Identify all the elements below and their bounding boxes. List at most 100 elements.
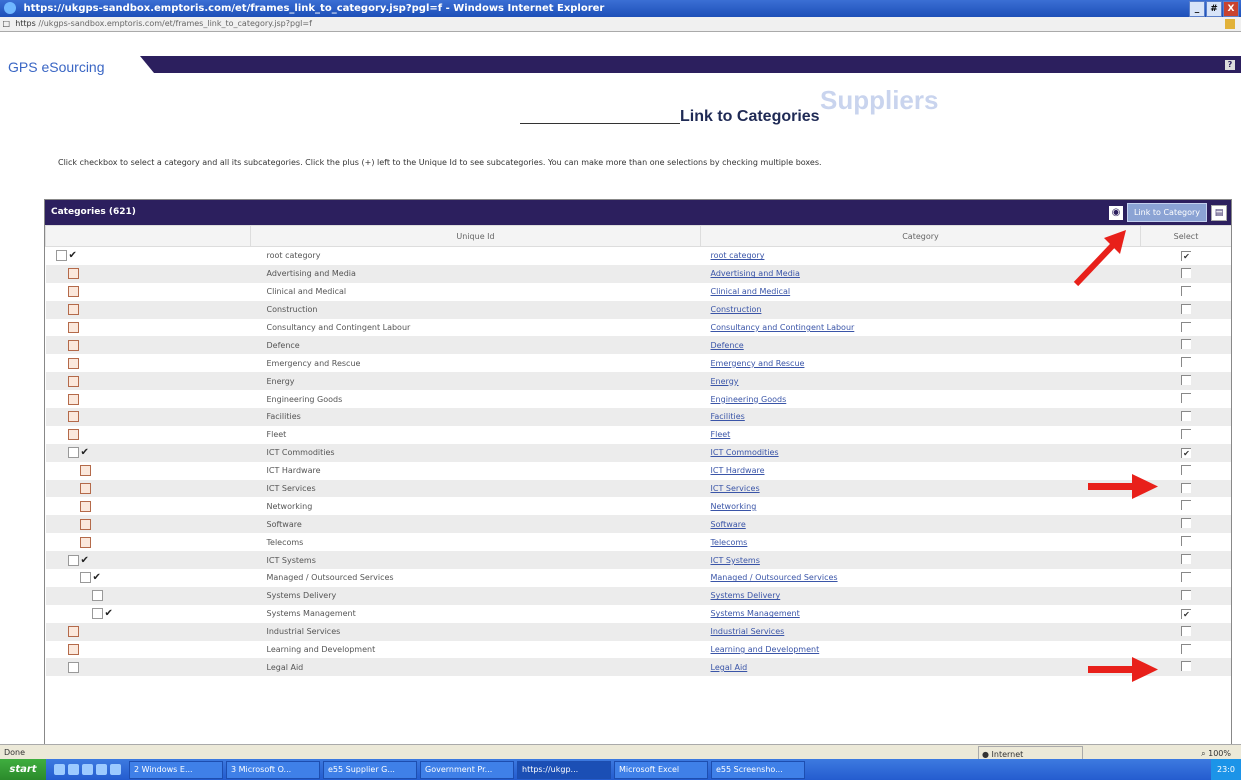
category-link[interactable]: root category (711, 251, 765, 260)
category-link[interactable]: Software (711, 520, 746, 529)
category-link[interactable]: Defence (711, 341, 744, 350)
select-checkbox[interactable] (1181, 500, 1191, 511)
expand-icon[interactable] (67, 393, 79, 405)
select-checkbox[interactable] (1181, 357, 1191, 368)
category-link[interactable]: Systems Delivery (711, 591, 781, 600)
expand-icon[interactable] (67, 626, 79, 638)
select-checkbox[interactable] (1181, 661, 1191, 672)
brand-logo[interactable]: GPS eSourcing (8, 59, 105, 75)
tree-node-icon[interactable] (79, 572, 91, 584)
category-link[interactable]: Telecoms (711, 538, 748, 547)
tree-cell (45, 300, 251, 319)
expand-icon[interactable] (67, 357, 79, 369)
category-link[interactable]: ICT Services (711, 484, 760, 493)
tree-node-icon[interactable] (91, 608, 103, 620)
expand-icon[interactable] (67, 268, 79, 280)
taskbar-item[interactable]: Microsoft Excel (614, 760, 708, 779)
category-link[interactable]: ICT Systems (711, 556, 760, 565)
category-link[interactable]: ICT Commodities (711, 448, 779, 457)
tree-node-icon[interactable] (67, 447, 79, 459)
expand-icon[interactable] (67, 304, 79, 316)
category-link[interactable]: Industrial Services (711, 627, 785, 636)
select-checkbox[interactable] (1181, 589, 1191, 600)
category-link[interactable]: Fleet (711, 430, 731, 439)
expand-icon[interactable] (67, 411, 79, 423)
select-checkbox[interactable] (1181, 285, 1191, 296)
taskbar-item[interactable]: https://ukgp... (517, 760, 611, 779)
category-link[interactable]: Learning and Development (711, 645, 820, 654)
expand-icon[interactable] (79, 483, 91, 495)
minimize-button[interactable]: _ (1189, 1, 1205, 17)
quick-launch-icon[interactable] (54, 764, 65, 775)
category-link[interactable]: Energy (711, 377, 739, 386)
expand-icon[interactable] (67, 322, 79, 333)
select-checkbox[interactable] (1181, 428, 1191, 439)
address-bar[interactable]: □ https //ukgps-sandbox.emptoris.com/et/… (0, 17, 1241, 32)
select-checkbox[interactable] (1181, 321, 1191, 332)
select-checkbox[interactable] (1181, 375, 1191, 386)
select-checkbox[interactable] (1181, 625, 1191, 636)
quick-launch-icon[interactable] (110, 764, 121, 775)
taskbar-item[interactable]: e55 Screensho... (711, 760, 805, 779)
select-checkbox[interactable] (1181, 267, 1191, 278)
category-link[interactable]: Emergency and Rescue (711, 359, 805, 368)
expand-icon[interactable] (67, 339, 79, 351)
select-checkbox[interactable] (1181, 410, 1191, 421)
taskbar-item[interactable]: e55 Supplier G... (323, 760, 417, 779)
select-checkbox[interactable] (1181, 303, 1191, 314)
category-link[interactable]: Systems Management (711, 609, 800, 618)
category-link[interactable]: ICT Hardware (711, 466, 765, 475)
expand-icon[interactable] (79, 518, 91, 530)
select-checkbox[interactable] (1181, 554, 1191, 565)
select-checkbox[interactable] (1181, 643, 1191, 654)
binoculars-icon[interactable]: ◉ (1108, 205, 1123, 220)
help-button[interactable]: ? (1225, 60, 1235, 70)
expand-icon[interactable] (67, 429, 79, 441)
select-checkbox[interactable] (1181, 482, 1191, 493)
expand-icon[interactable] (79, 500, 91, 512)
select-checkbox[interactable]: ✔ (1181, 608, 1191, 619)
select-checkbox[interactable] (1181, 571, 1191, 582)
close-button[interactable]: X (1223, 1, 1239, 17)
select-checkbox[interactable]: ✔ (1181, 250, 1191, 261)
select-checkbox[interactable] (1181, 536, 1191, 547)
column-header-unique-id[interactable]: Unique Id (250, 225, 701, 247)
category-link[interactable]: Clinical and Medical (711, 287, 791, 296)
clock: 23:0 (1217, 765, 1235, 774)
maximize-button[interactable]: # (1206, 1, 1222, 17)
select-checkbox[interactable] (1181, 339, 1191, 350)
category-link[interactable]: Advertising and Media (711, 269, 800, 278)
tree-node-icon[interactable] (67, 661, 79, 673)
expand-icon[interactable] (67, 375, 79, 387)
start-button[interactable]: start (0, 759, 46, 780)
quick-launch-icon[interactable] (96, 764, 107, 775)
select-checkbox[interactable]: ✔ (1181, 447, 1191, 458)
category-link[interactable]: Engineering Goods (711, 395, 787, 404)
quick-launch-icon[interactable] (68, 764, 79, 775)
select-checkbox[interactable] (1181, 393, 1191, 404)
category-link[interactable]: Networking (711, 502, 757, 511)
select-checkbox[interactable] (1181, 464, 1191, 475)
expand-icon[interactable] (79, 465, 91, 477)
expand-icon[interactable] (79, 536, 91, 548)
category-link[interactable]: Construction (711, 305, 762, 314)
quick-launch-icon[interactable] (82, 764, 93, 775)
category-link[interactable]: Managed / Outsourced Services (711, 573, 838, 582)
category-link[interactable]: Consultancy and Contingent Labour (711, 323, 855, 332)
link-to-category-button[interactable]: Link to Category (1126, 203, 1207, 222)
print-icon[interactable]: ▤ (1211, 204, 1227, 221)
taskbar-item[interactable]: 2 Windows E... (129, 760, 223, 779)
expand-icon[interactable] (67, 286, 79, 298)
unique-id-cell: Facilities (250, 408, 701, 426)
expand-icon[interactable] (67, 644, 79, 656)
tree-node-icon[interactable] (55, 250, 67, 262)
tree-node-icon[interactable] (91, 590, 103, 602)
select-checkbox[interactable] (1181, 518, 1191, 529)
taskbar-item[interactable]: Government Pr... (420, 760, 514, 779)
category-link[interactable]: Legal Aid (711, 663, 748, 672)
category-link[interactable]: Facilities (711, 412, 745, 421)
taskbar-item[interactable]: 3 Microsoft O... (226, 760, 320, 779)
table-row: Systems Delivery Systems Delivery (45, 586, 1231, 605)
tree-node-icon[interactable] (67, 554, 79, 566)
category-cell: Legal Aid (700, 658, 1141, 677)
